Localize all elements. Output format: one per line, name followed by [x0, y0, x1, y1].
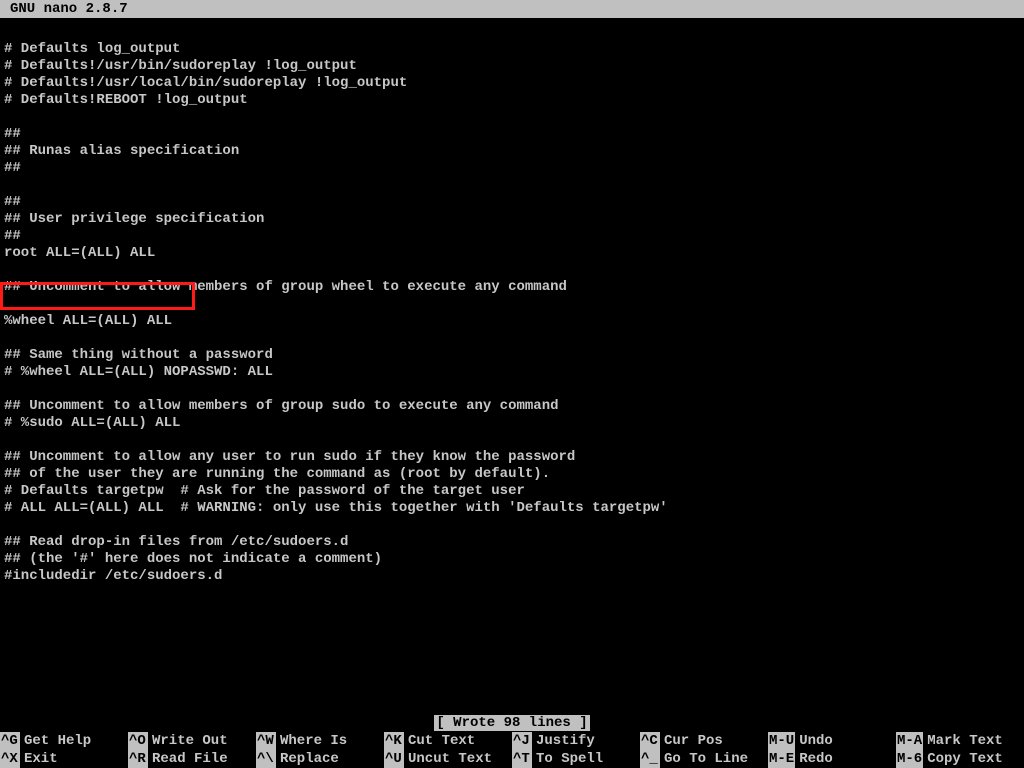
editor-line: # Defaults targetpw # Ask for the passwo… [4, 483, 1020, 500]
status-line: [ Wrote 98 lines ] [0, 714, 1024, 732]
editor-line: ## (the '#' here does not indicate a com… [4, 551, 1020, 568]
app-name: GNU nano 2.8.7 [10, 0, 128, 18]
shortcut-cur-pos[interactable]: ^CCur Pos [640, 732, 768, 750]
shortcut-label: Uncut Text [404, 750, 492, 768]
shortcut-exit[interactable]: ^XExit [0, 750, 128, 768]
editor-line: ## [4, 194, 1020, 211]
shortcut-key: M-U [768, 732, 795, 750]
shortcut-key: ^C [640, 732, 660, 750]
file-name: File: /etc/sudoers [0, 36, 1024, 54]
editor-line: # Defaults!/usr/local/bin/sudoreplay !lo… [4, 75, 1020, 92]
editor-line: ## of the user they are running the comm… [4, 466, 1020, 483]
shortcut-key: ^U [384, 750, 404, 768]
editor-line: # ALL ALL=(ALL) ALL # WARNING: only use … [4, 500, 1020, 517]
shortcut-label: Mark Text [923, 732, 1003, 750]
shortcut-mark-text[interactable]: M-AMark Text [896, 732, 1024, 750]
status-message: [ Wrote 98 lines ] [434, 715, 589, 731]
editor-content[interactable]: # Defaults log_output# Defaults!/usr/bin… [0, 18, 1024, 585]
editor-line: #includedir /etc/sudoers.d [4, 568, 1020, 585]
editor-line [4, 109, 1020, 126]
editor-line: ## User privilege specification [4, 211, 1020, 228]
editor-line: # %sudo ALL=(ALL) ALL [4, 415, 1020, 432]
shortcut-label: Where Is [276, 732, 347, 750]
editor-line: root ALL=(ALL) ALL [4, 245, 1020, 262]
shortcut-undo[interactable]: M-UUndo [768, 732, 896, 750]
editor-line: ## [4, 160, 1020, 177]
editor-line: ## Uncomment to allow any user to run su… [4, 449, 1020, 466]
editor-line: ## [4, 126, 1020, 143]
editor-line: ## Uncomment to allow members of group w… [4, 279, 1020, 296]
shortcut-row-1: ^GGet Help^OWrite Out^WWhere Is^KCut Tex… [0, 732, 1024, 750]
shortcut-label: Get Help [20, 732, 91, 750]
shortcut-label: Exit [20, 750, 58, 768]
shortcut-get-help[interactable]: ^GGet Help [0, 732, 128, 750]
shortcut-key: ^O [128, 732, 148, 750]
shortcut-label: Cut Text [404, 732, 475, 750]
editor-line: # Defaults!/usr/bin/sudoreplay !log_outp… [4, 58, 1020, 75]
shortcut-key: M-6 [896, 750, 923, 768]
shortcut-label: Undo [795, 732, 833, 750]
shortcut-key: ^X [0, 750, 20, 768]
shortcut-label: Redo [795, 750, 833, 768]
shortcut-label: Read File [148, 750, 228, 768]
shortcut-row-2: ^XExit^RRead File^\Replace^UUncut Text^T… [0, 750, 1024, 768]
shortcut-key: ^R [128, 750, 148, 768]
editor-line [4, 432, 1020, 449]
shortcut-to-spell[interactable]: ^TTo Spell [512, 750, 640, 768]
shortcut-redo[interactable]: M-ERedo [768, 750, 896, 768]
shortcut-key: M-E [768, 750, 795, 768]
shortcut-key: ^_ [640, 750, 660, 768]
shortcut-label: Cur Pos [660, 732, 723, 750]
shortcut-label: Justify [532, 732, 595, 750]
shortcut-label: To Spell [532, 750, 603, 768]
shortcut-uncut-text[interactable]: ^UUncut Text [384, 750, 512, 768]
editor-line [4, 296, 1020, 313]
shortcut-justify[interactable]: ^JJustify [512, 732, 640, 750]
shortcut-go-to-line[interactable]: ^_Go To Line [640, 750, 768, 768]
editor-line: # %wheel ALL=(ALL) NOPASSWD: ALL [4, 364, 1020, 381]
editor-line: # Defaults!REBOOT !log_output [4, 92, 1020, 109]
editor-line: ## Same thing without a password [4, 347, 1020, 364]
shortcut-where-is[interactable]: ^WWhere Is [256, 732, 384, 750]
shortcut-replace[interactable]: ^\Replace [256, 750, 384, 768]
shortcut-write-out[interactable]: ^OWrite Out [128, 732, 256, 750]
editor-line: ## [4, 228, 1020, 245]
shortcut-key: ^G [0, 732, 20, 750]
shortcut-read-file[interactable]: ^RRead File [128, 750, 256, 768]
editor-line: ## Read drop-in files from /etc/sudoers.… [4, 534, 1020, 551]
shortcut-copy-text[interactable]: M-6Copy Text [896, 750, 1024, 768]
shortcut-key: ^K [384, 732, 404, 750]
shortcut-key: ^J [512, 732, 532, 750]
shortcut-key: ^W [256, 732, 276, 750]
shortcut-bar: ^GGet Help^OWrite Out^WWhere Is^KCut Tex… [0, 732, 1024, 768]
shortcut-cut-text[interactable]: ^KCut Text [384, 732, 512, 750]
editor-line [4, 517, 1020, 534]
editor-line [4, 330, 1020, 347]
editor-line [4, 381, 1020, 398]
shortcut-key: M-A [896, 732, 923, 750]
titlebar: GNU nano 2.8.7 File: /etc/sudoers [0, 0, 1024, 18]
editor-line [4, 262, 1020, 279]
shortcut-key: ^T [512, 750, 532, 768]
shortcut-label: Go To Line [660, 750, 748, 768]
editor-line [4, 177, 1020, 194]
editor-line: ## Uncomment to allow members of group s… [4, 398, 1020, 415]
shortcut-label: Copy Text [923, 750, 1003, 768]
shortcut-label: Write Out [148, 732, 228, 750]
shortcut-label: Replace [276, 750, 339, 768]
editor-line: %wheel ALL=(ALL) ALL [4, 313, 1020, 330]
shortcut-key: ^\ [256, 750, 276, 768]
editor-line: ## Runas alias specification [4, 143, 1020, 160]
